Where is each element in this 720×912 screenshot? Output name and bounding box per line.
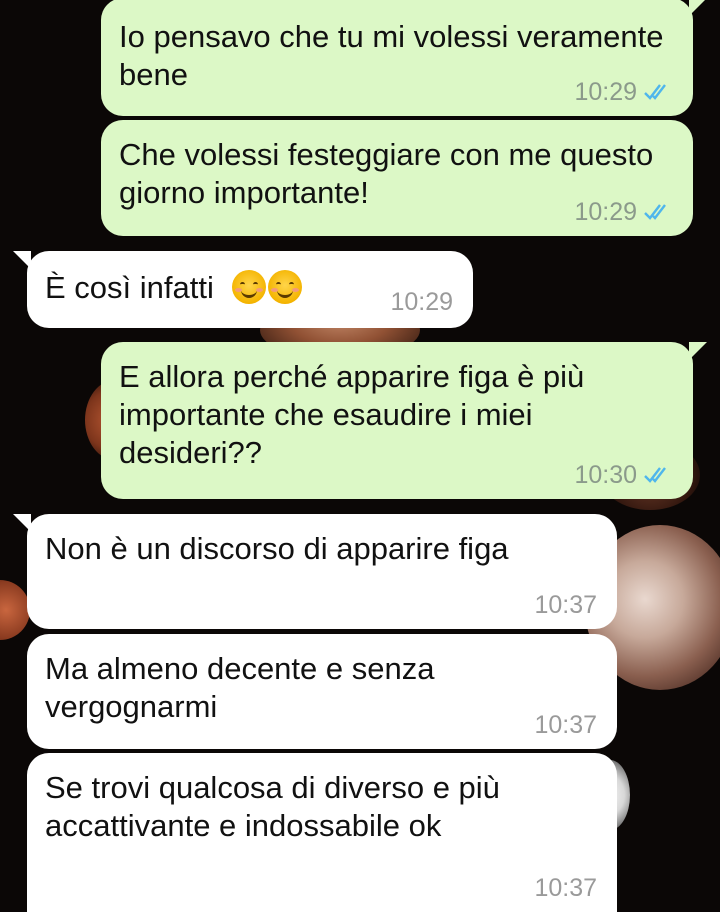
- message-meta: 10:29: [390, 288, 453, 316]
- message-meta: 10:29: [574, 78, 673, 106]
- message-text: Non è un discorso di apparire figa: [45, 531, 509, 566]
- read-ticks-icon: [644, 467, 666, 483]
- incoming-message[interactable]: Ma almeno decente e senza vergognarmi 10…: [27, 634, 617, 749]
- incoming-message[interactable]: È così infatti 10:29: [13, 251, 473, 328]
- message-text: E allora perché apparire figa è più impo…: [119, 359, 585, 470]
- message-meta: 10:37: [534, 874, 597, 902]
- message-time: 10:29: [390, 288, 453, 316]
- message-list[interactable]: Io pensavo che tu mi volessi veramente b…: [0, 0, 720, 912]
- message-text: Ma almeno decente e senza vergognarmi: [45, 651, 435, 724]
- message-meta: 10:37: [534, 591, 597, 619]
- outgoing-message[interactable]: Che volessi festeggiare con me questo gi…: [101, 120, 693, 236]
- message-time: 10:37: [534, 874, 597, 902]
- message-text: Se trovi qualcosa di diverso e più accat…: [45, 770, 500, 843]
- message-meta: 10:37: [534, 711, 597, 739]
- outgoing-message[interactable]: Io pensavo che tu mi volessi veramente b…: [101, 0, 707, 116]
- read-ticks-icon: [644, 204, 666, 220]
- incoming-message[interactable]: Se trovi qualcosa di diverso e più accat…: [27, 753, 617, 912]
- message-meta: 10:30: [574, 461, 673, 489]
- message-time: 10:29: [574, 78, 637, 106]
- message-time: 10:30: [574, 461, 637, 489]
- message-time: 10:37: [534, 591, 597, 619]
- message-meta: 10:29: [574, 198, 673, 226]
- message-text: È così infatti: [45, 270, 214, 305]
- smiling-face-icon: [268, 270, 303, 304]
- smiling-face-icon: [232, 270, 267, 304]
- incoming-message[interactable]: Non è un discorso di apparire figa 10:37: [13, 514, 617, 629]
- message-time: 10:29: [574, 198, 637, 226]
- message-time: 10:37: [534, 711, 597, 739]
- read-ticks-icon: [644, 84, 666, 100]
- outgoing-message[interactable]: E allora perché apparire figa è più impo…: [101, 342, 707, 499]
